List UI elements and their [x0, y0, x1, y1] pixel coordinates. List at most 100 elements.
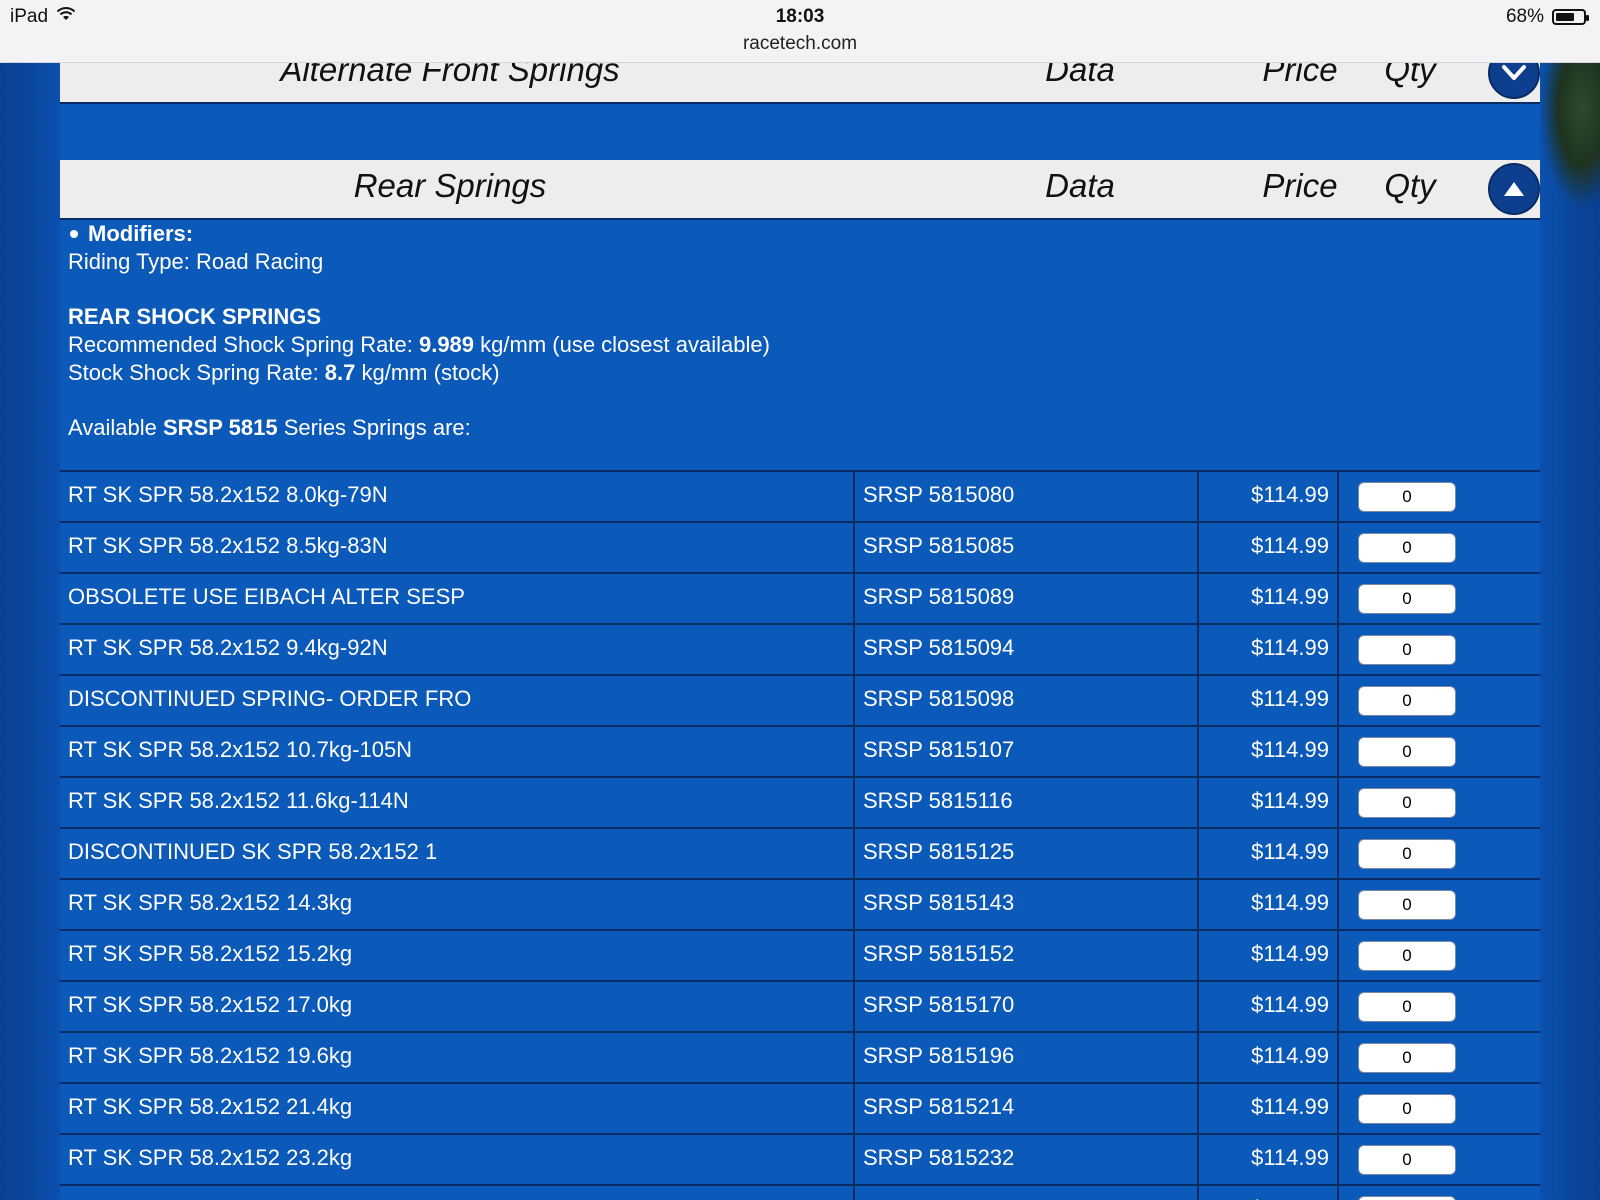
part-number: SRSP 5815152 [853, 929, 1193, 980]
spring-name: RT SK SPR 58.2x152 23.2kg [68, 1145, 353, 1170]
table-row: RT SK SPR 58.2x152 11.6kg-114N SRSP 58151… [60, 776, 1540, 829]
part-number: SRSP 5815107 [853, 725, 1193, 776]
part-number: SRSP 5815214 [853, 1082, 1193, 1133]
part-number: SRSP 5815098 [853, 674, 1193, 725]
price: $114.99 [1197, 725, 1337, 776]
part-number: SRSP 5815085 [853, 521, 1193, 572]
qty-cell [1337, 623, 1540, 674]
recommended-rate: Recommended Shock Spring Rate: 9.989 kg/… [68, 332, 770, 357]
rear-springs-title: Rear Springs [353, 167, 547, 204]
qty-cell [1337, 521, 1540, 572]
table-row: RT SK SPR 58.2x152 8.0kg-79N SRSP 5815080… [60, 470, 1540, 523]
table-row: RT SK SPR 58.2x152 9.4kg-92N SRSP 5815094… [60, 623, 1540, 676]
spring-name: RT SK SPR 58.2x152 17.0kg [68, 992, 353, 1017]
rear-qty-label: Qty [1384, 167, 1436, 204]
qty-cell [1337, 878, 1540, 929]
part-number: SRSP 5815232 [853, 1133, 1193, 1184]
spring-name: RT SK SPR 58.2x152 10.7kg-105N [68, 737, 413, 762]
qty-input[interactable] [1358, 533, 1456, 563]
qty-cell [1337, 470, 1540, 521]
spring-name: RT SK SPR 58.2x152 14.3kg [68, 890, 353, 915]
qty-input[interactable] [1358, 1043, 1456, 1073]
qty-cell [1337, 1184, 1540, 1200]
price: $114.99 [1197, 827, 1337, 878]
qty-input[interactable] [1358, 737, 1456, 767]
rear-data-label: Data [1045, 167, 1115, 204]
part-number: SRSP 5815116 [853, 776, 1193, 827]
part-number: SRSP 5815125 [853, 827, 1193, 878]
qty-input[interactable] [1358, 482, 1456, 512]
qty-input[interactable] [1358, 941, 1456, 971]
qty-input[interactable] [1358, 1196, 1456, 1200]
part-number: SRSP 5815196 [853, 1031, 1193, 1082]
available-series: Available SRSP 5815 Series Springs are: [68, 415, 471, 440]
springs-table: RT SK SPR 58.2x152 8.0kg-79N SRSP 5815080… [60, 470, 1540, 1200]
price: $114.99 [1197, 878, 1337, 929]
modifiers-item: Modifiers: [68, 220, 1508, 248]
stock-rate-value: 8.7 [324, 360, 356, 385]
table-row: DISCONTINUED SPRING- ORDER FRO SRSP 58150… [60, 674, 1540, 727]
price: $114.99 [1197, 572, 1337, 623]
qty-cell [1337, 1031, 1540, 1082]
clock: 18:03 [775, 6, 825, 27]
part-number: SRSP 5815080 [853, 470, 1193, 521]
stock-rate: Stock Shock Spring Rate: 8.7 kg/mm (stoc… [68, 360, 500, 385]
qty-cell [1337, 1133, 1540, 1184]
rear-shock-heading: REAR SHOCK SPRINGS [68, 304, 322, 329]
modifiers-label: Modifiers: [88, 221, 194, 246]
table-row: DISCONTINUED SK SPR 58.2x152 1 SRSP 58151… [60, 827, 1540, 880]
qty-input[interactable] [1358, 635, 1456, 665]
content-panel: Alternate Front Springs Data Price Qty R… [60, 0, 1540, 1200]
battery-icon [1552, 9, 1589, 25]
price: $114.99 [1197, 521, 1337, 572]
spring-name: RT SK SPR 58.2x152 8.0kg-79N [68, 482, 388, 507]
status-bar: iPad 18:03 racetech.com 68% [0, 0, 1600, 63]
spring-name: DISCONTINUED SK SPR 58.2x152 1 [68, 839, 438, 864]
spring-name: RT SK SPR 58.2x152 11.6kg-114N [68, 788, 409, 813]
background-decoration [1540, 40, 1600, 210]
price: $114.99 [1197, 623, 1337, 674]
qty-input[interactable] [1358, 1145, 1456, 1175]
qty-input[interactable] [1358, 584, 1456, 614]
recommended-rate-value: 9.989 [418, 332, 475, 357]
part-number: SRSP 5815250 [853, 1184, 1193, 1200]
table-row: RT SK SPR 58.2x152 8.5kg-83N SRSP 5815085… [60, 521, 1540, 574]
series-name: SRSP 5815 [163, 415, 278, 440]
rear-springs-header[interactable]: Rear Springs Data Price Qty [60, 160, 1540, 220]
price: $114.99 [1197, 776, 1337, 827]
qty-input[interactable] [1358, 1094, 1456, 1124]
table-row: RT SK SPR 58.2x152 17.0kg SRSP 5815170 $11… [60, 980, 1540, 1033]
price: $114.99 [1197, 980, 1337, 1031]
spring-name: RT SK SPR 58.2x152 8.5kg-83N [68, 533, 388, 558]
qty-input[interactable] [1358, 686, 1456, 716]
rear-springs-info: Modifiers: Riding Type: Road Racing REAR… [68, 220, 1508, 442]
qty-cell [1337, 776, 1540, 827]
price: $114.99 [1197, 1082, 1337, 1133]
status-right: 68% [1506, 6, 1589, 28]
qty-input[interactable] [1358, 992, 1456, 1022]
table-row: OBSOLETE USE EIBACH ALTER SESP SRSP 58150… [60, 572, 1540, 625]
spring-name: RT SK SPR 58.2x152 25.0kg [68, 1186, 848, 1200]
part-number: SRSP 5815170 [853, 980, 1193, 1031]
price: $114.99 [1197, 1031, 1337, 1082]
spring-name: RT SK SPR 58.2x152 21.4kg [68, 1094, 353, 1119]
qty-input[interactable] [1358, 839, 1456, 869]
chevron-up-icon[interactable] [1488, 163, 1540, 215]
table-row: RT SK SPR 58.2x152 25.0kg SRSP 5815250$11… [60, 1184, 1540, 1200]
price: $114.99 [1197, 674, 1337, 725]
spring-name: OBSOLETE USE EIBACH ALTER SESP [68, 584, 465, 609]
spring-name: RT SK SPR 58.2x152 15.2kg [68, 941, 353, 966]
table-row: RT SK SPR 58.2x152 10.7kg-105N SRSP 58151… [60, 725, 1540, 778]
url-bar[interactable]: racetech.com [0, 33, 1600, 55]
spring-name: DISCONTINUED SPRING- ORDER FRO [68, 686, 472, 711]
qty-input[interactable] [1358, 788, 1456, 818]
table-row: RT SK SPR 58.2x152 15.2kg SRSP 5815152 $11… [60, 929, 1540, 982]
price: $114.99 [1197, 470, 1337, 521]
qty-cell [1337, 572, 1540, 623]
price: $114.99 [1197, 929, 1337, 980]
qty-cell [1337, 980, 1540, 1031]
qty-input[interactable] [1358, 890, 1456, 920]
part-number: SRSP 5815089 [853, 572, 1193, 623]
table-row: RT SK SPR 58.2x152 23.2kg SRSP 5815232 $11… [60, 1133, 1540, 1186]
qty-cell [1337, 1082, 1540, 1133]
